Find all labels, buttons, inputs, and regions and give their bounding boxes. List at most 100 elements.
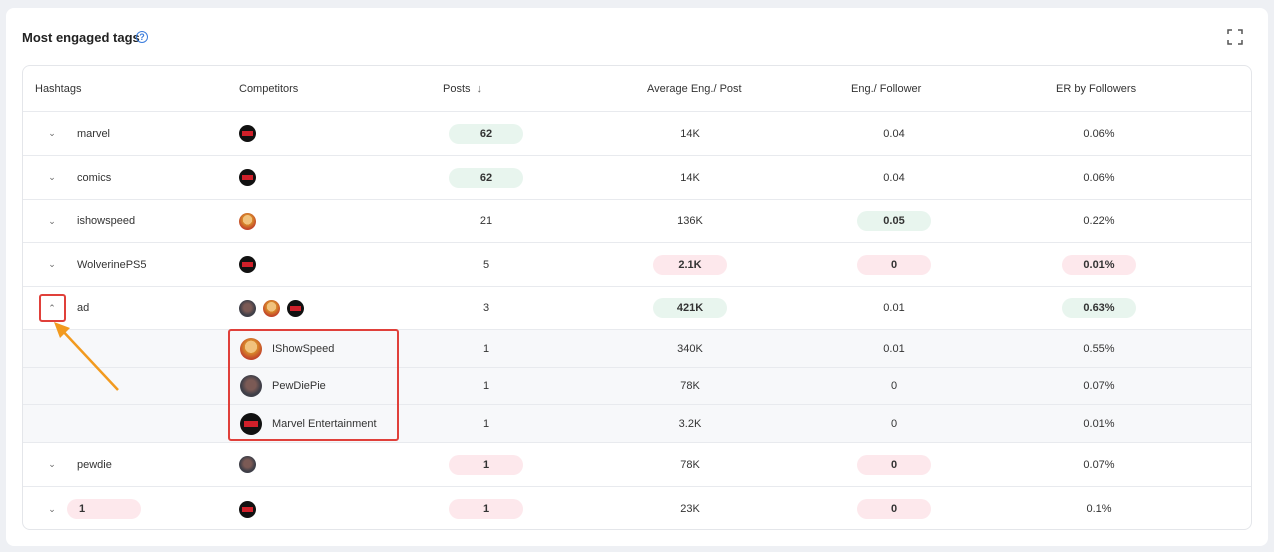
question-circle-icon[interactable]: ? (136, 31, 148, 43)
eng-follower: 0 (857, 443, 931, 486)
hashtag: ishowspeed (77, 215, 136, 227)
col-er-followers[interactable]: ER by Followers (1056, 66, 1136, 111)
table-row[interactable]: ⌄ WolverinePS5 5 2.1K 0 0.01% (23, 243, 1251, 287)
sort-down-icon: ↓ (476, 82, 483, 95)
avg-eng: 421K (653, 287, 727, 329)
posts-pill: 62 (449, 123, 523, 144)
avg-eng: 78K (680, 380, 700, 392)
eng-pill: 0 (857, 254, 931, 275)
eng-follower: 0 (857, 487, 931, 529)
er-pill: 0.01% (1062, 254, 1136, 275)
competitor-avatars (239, 487, 263, 529)
tags-table: Hashtags Competitors Posts ↓ Average Eng… (22, 65, 1252, 530)
avatar (239, 456, 256, 473)
sub-row: PewDiePie 1 78K 0 0.07% (23, 368, 1251, 405)
avg-eng: 78K (680, 458, 700, 471)
chevron-down-icon[interactable]: ⌄ (45, 502, 59, 516)
avatar (263, 299, 280, 317)
posts: 62 (449, 156, 523, 199)
competitor-avatars (239, 287, 311, 329)
col-hashtags[interactable]: Hashtags (35, 66, 81, 111)
avg-eng: 23K (680, 503, 700, 515)
er-followers: 0.63% (1062, 287, 1136, 329)
avatar (239, 500, 256, 518)
table-row[interactable]: ⌄ ishowspeed 21 136K 0.05 0.22% (23, 200, 1251, 243)
avatar (239, 212, 256, 230)
er-followers: 0.55% (1083, 342, 1115, 355)
card-title: Most engaged tags (22, 30, 140, 45)
eng-follower: 0.04 (883, 127, 905, 140)
avg-eng: 2.1K (653, 243, 727, 286)
eng-pill: 0 (857, 454, 931, 475)
eng-follower: 0 (890, 417, 898, 430)
competitor-avatars (239, 200, 263, 242)
avg-eng: 340K (677, 342, 703, 355)
chevron-down-icon[interactable]: ⌄ (45, 458, 59, 472)
competitor-avatars (239, 443, 263, 486)
posts: 21 (479, 215, 493, 227)
avatar (239, 125, 256, 142)
eng-follower: 0 (890, 380, 898, 392)
er-followers: 0.06% (1083, 171, 1115, 184)
chevron-down-icon[interactable]: ⌄ (45, 258, 59, 272)
eng-follower: 0.04 (883, 171, 905, 184)
er-followers: 0.22% (1083, 215, 1115, 227)
table-row[interactable]: ⌄ pewdie 1 78K 0 0.07% (23, 443, 1251, 487)
chevron-down-icon[interactable]: ⌄ (45, 171, 59, 185)
er-followers: 0.01% (1083, 417, 1115, 430)
annotation-arrow-icon (54, 322, 119, 391)
table-row[interactable]: ⌄ marvel 62 14K 0.04 0.06% (23, 112, 1251, 156)
avg-eng: 3.2K (678, 417, 702, 430)
er-followers: 0.07% (1083, 458, 1115, 471)
avatar (239, 299, 256, 317)
posts: 3 (482, 302, 490, 314)
posts: 1 (482, 342, 490, 355)
eng-follower: 0.05 (857, 200, 931, 242)
table-header: Hashtags Competitors Posts ↓ Average Eng… (23, 66, 1251, 112)
table-row-expanded[interactable]: ⌃ ad 3 421K 0.01 0.63% (23, 287, 1251, 330)
er-followers: 0.1% (1086, 503, 1112, 515)
posts-pill: 1 (449, 499, 523, 519)
posts: 5 (482, 258, 490, 271)
sub-row: IShowSpeed 1 340K 0.01 0.55% (23, 330, 1251, 368)
hashtag: WolverinePS5 (77, 258, 147, 271)
hashtag: comics (77, 171, 112, 184)
col-competitors[interactable]: Competitors (239, 66, 298, 111)
avg-eng: 14K (680, 171, 700, 184)
table-row[interactable]: ⌄ comics 62 14K 0.04 0.06% (23, 156, 1251, 200)
avatar (287, 299, 304, 317)
eng-follower: 0.01 (883, 342, 905, 355)
avatar (239, 256, 256, 273)
competitor-avatars (239, 112, 263, 155)
fullscreen-icon[interactable] (1224, 26, 1246, 48)
posts: 1 (482, 380, 490, 392)
most-engaged-tags-card: Most engaged tags ? Hashtags Competitors… (6, 8, 1268, 546)
er-followers: 0.01% (1062, 243, 1136, 286)
avg-eng: 136K (677, 215, 703, 227)
col-posts-label: Posts (443, 82, 471, 95)
hashtag: pewdie (77, 458, 112, 471)
eng-follower: 0 (857, 243, 931, 286)
avatar (239, 169, 256, 186)
col-posts[interactable]: Posts ↓ (443, 66, 482, 111)
avg-pill: 2.1K (653, 254, 727, 275)
posts: 1 (449, 487, 523, 529)
competitor-avatars (239, 243, 263, 286)
chevron-down-icon[interactable]: ⌄ (45, 214, 59, 228)
col-avg-eng[interactable]: Average Eng./ Post (647, 66, 742, 111)
table-row[interactable]: ⌄ 1 1 23K 0 0.1% (23, 487, 1251, 529)
col-eng-follower[interactable]: Eng./ Follower (851, 66, 921, 111)
sub-row: Marvel Entertainment 1 3.2K 0 0.01% (23, 405, 1251, 443)
competitor-avatars (239, 156, 263, 199)
avg-eng: 14K (680, 127, 700, 140)
chevron-down-icon[interactable]: ⌄ (45, 127, 59, 141)
posts-pill: 1 (449, 454, 523, 475)
eng-follower: 0.01 (883, 302, 905, 314)
posts: 62 (449, 112, 523, 155)
posts: 1 (482, 417, 490, 430)
posts-pill: 62 (449, 167, 523, 188)
hashtag-pill: 1 (67, 499, 141, 519)
er-followers: 0.07% (1083, 380, 1115, 392)
hashtag: 1 (67, 487, 141, 529)
eng-pill: 0 (857, 499, 931, 519)
